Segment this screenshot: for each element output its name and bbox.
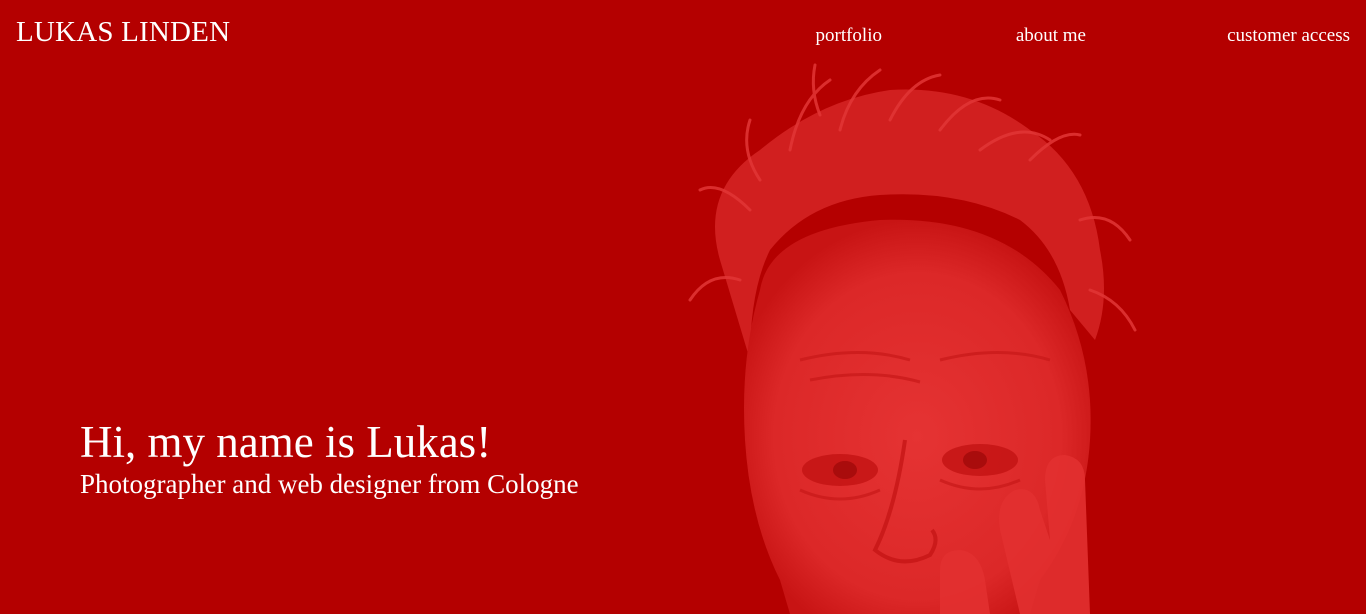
site-logo-link[interactable]: LUKAS LINDEN [16,14,230,50]
site-header: LUKAS LINDEN portfolio about me customer… [0,0,1366,72]
nav-link-customer-access[interactable]: customer access [1227,24,1350,48]
portrait-image [688,63,1137,614]
nav-link-portfolio[interactable]: portfolio [816,24,883,48]
hero-section [0,0,1366,614]
hero-heading: Hi, my name is Lukas! [80,417,492,467]
nav-link-about-me[interactable]: about me [1016,24,1086,48]
hero-subheading: Photographer and web designer from Colog… [80,469,579,499]
hero-intro: Hi, my name is Lukas! Photographer and w… [80,416,579,500]
